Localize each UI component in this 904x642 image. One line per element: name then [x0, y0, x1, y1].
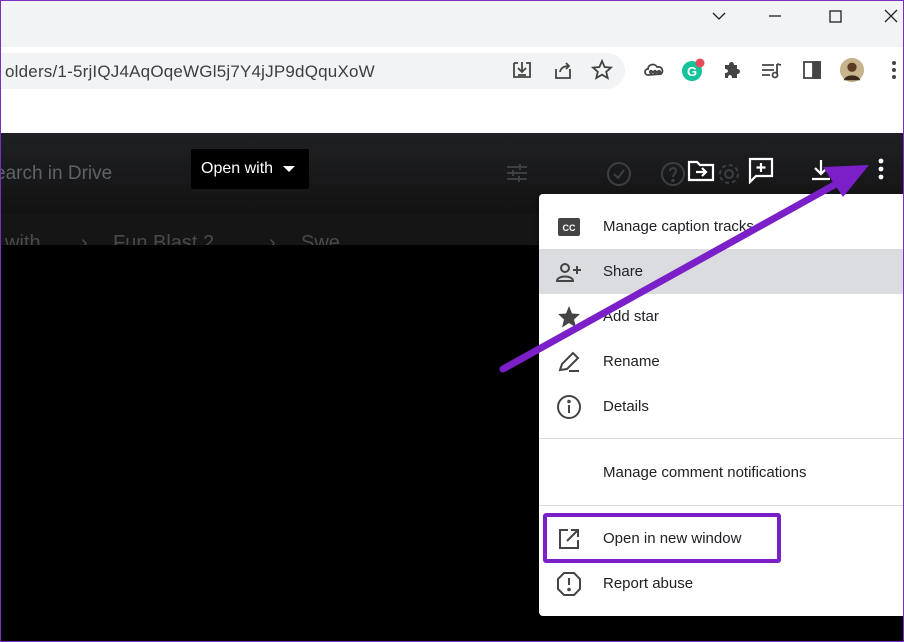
screenshot-frame: olders/1-5rjIQJ4AqOqeWGl5j7Y4jJP9dQquXoW…: [0, 0, 904, 642]
annotation-arrow: [499, 165, 869, 373]
